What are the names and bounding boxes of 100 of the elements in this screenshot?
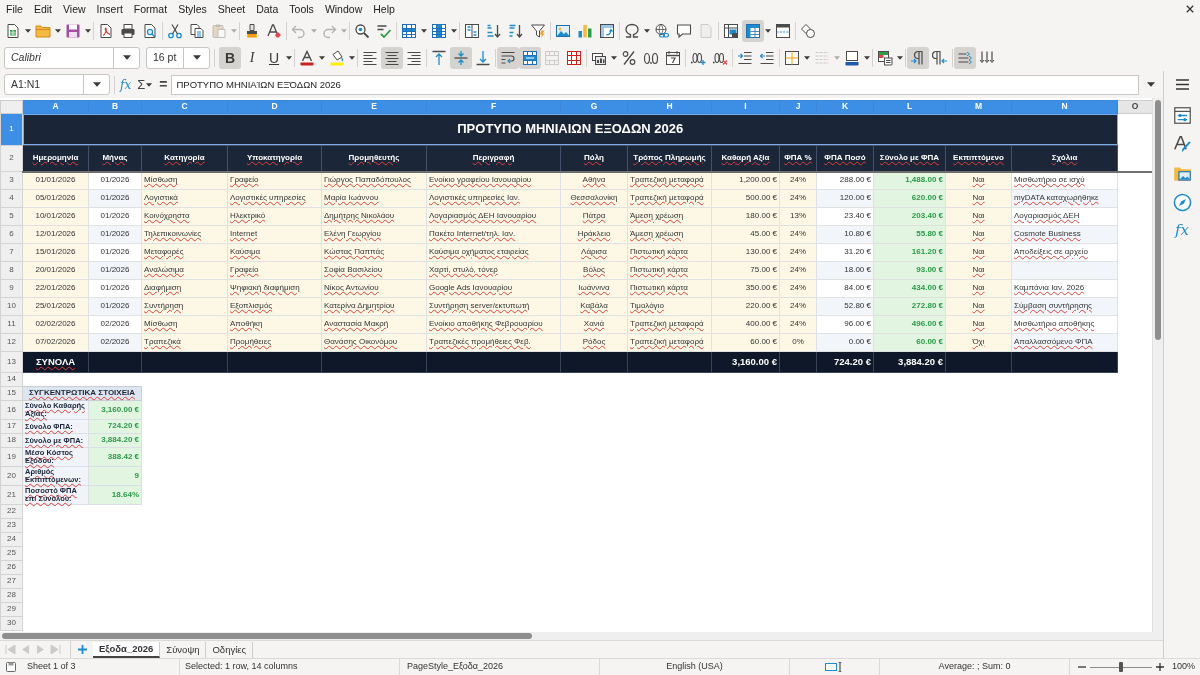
conditional-format-icon[interactable]: [877, 49, 893, 66]
caret-icon[interactable]: [122, 55, 131, 60]
align-center-icon[interactable]: [381, 46, 403, 69]
unmerge-cells-icon[interactable]: [566, 49, 582, 66]
menu-item[interactable]: Format: [133, 1, 168, 17]
menu-item[interactable]: Help: [373, 1, 395, 17]
formula-input[interactable]: ΠΡΟΤΥΠΟ ΜΗΝΙΑΊΩΝ ΕΞΌΔΩΝ 2026: [171, 74, 1139, 95]
outdent-icon[interactable]: [759, 49, 775, 66]
sheet-tab[interactable]: Οδηγίες: [206, 641, 254, 658]
text-vertical-icon[interactable]: [979, 49, 995, 66]
caret-icon[interactable]: [92, 82, 101, 87]
caret-icon[interactable]: [349, 55, 355, 60]
caret-icon[interactable]: [451, 29, 457, 33]
row-header[interactable]: 13: [0, 351, 23, 373]
align-top-icon[interactable]: [431, 49, 447, 66]
text-horizontal-icon[interactable]: [954, 46, 976, 69]
print-preview-icon[interactable]: [142, 23, 158, 39]
percent-icon[interactable]: [621, 49, 637, 66]
pivot-table-icon[interactable]: [599, 23, 615, 39]
caret-icon[interactable]: [897, 55, 903, 60]
border-color-icon[interactable]: [844, 49, 860, 66]
font-size-box[interactable]: 16 pt: [146, 46, 210, 69]
caret-icon[interactable]: [644, 29, 650, 33]
italic-button[interactable]: I: [241, 46, 263, 69]
omega-icon[interactable]: [624, 23, 640, 39]
caret-icon[interactable]: [25, 29, 31, 33]
caret-icon[interactable]: [319, 55, 325, 60]
page-style[interactable]: PageStyle_Εξοδα_2026: [407, 660, 504, 674]
find-replace-icon[interactable]: [354, 23, 370, 39]
wrap-text-icon[interactable]: [497, 46, 519, 69]
caret-icon[interactable]: [421, 29, 427, 33]
minus-icon[interactable]: [1078, 663, 1086, 671]
caret-icon[interactable]: [85, 29, 91, 33]
close-icon[interactable]: [1186, 5, 1194, 13]
caret-icon[interactable]: [765, 29, 771, 33]
font-color-icon[interactable]: [299, 49, 315, 66]
pilcrow-left-arrow-icon[interactable]: [932, 49, 948, 66]
freeze-panes-icon[interactable]: [742, 20, 764, 42]
calendar-icon[interactable]: [665, 49, 681, 66]
align-bottom-icon[interactable]: [475, 49, 491, 66]
menu-item[interactable]: Styles: [178, 1, 207, 17]
scroll-thumb[interactable]: [2, 633, 532, 639]
caret-icon[interactable]: [1147, 82, 1155, 87]
sort-icon[interactable]: [464, 23, 480, 39]
menu-icon[interactable]: [1175, 79, 1189, 90]
menu-item[interactable]: Insert: [96, 1, 123, 17]
export-pdf-icon[interactable]: [98, 23, 114, 39]
borders-icon[interactable]: [784, 49, 800, 66]
caret-icon[interactable]: [864, 55, 870, 60]
zoom-level[interactable]: 100%: [1172, 660, 1196, 674]
print-area-icon[interactable]: [723, 23, 739, 39]
paintbrush-icon[interactable]: [244, 23, 260, 39]
menu-item[interactable]: Sheet: [217, 1, 246, 17]
clear-formatting-icon[interactable]: [266, 23, 282, 39]
sheet-tab[interactable]: Σύνοψη: [160, 641, 207, 658]
font-name-box[interactable]: Calibri: [4, 46, 140, 69]
indent-icon[interactable]: [737, 49, 753, 66]
language[interactable]: English (USA): [666, 660, 723, 674]
bar-chart-icon[interactable]: [577, 23, 593, 39]
image-icon[interactable]: [555, 23, 571, 39]
caret-icon[interactable]: [146, 82, 153, 87]
menu-item[interactable]: File: [6, 1, 23, 17]
sheet-tab[interactable]: Εξοδα_2026: [93, 641, 161, 658]
row-header[interactable]: 2: [0, 145, 23, 172]
styles-brush-icon[interactable]: [1172, 135, 1192, 154]
scissors-icon[interactable]: [167, 23, 183, 39]
align-right-icon[interactable]: [406, 49, 422, 66]
scroll-thumb[interactable]: [1155, 100, 1161, 340]
menu-item[interactable]: Tools: [289, 1, 314, 17]
align-left-icon[interactable]: [362, 49, 378, 66]
merge-center-icon[interactable]: [519, 46, 541, 69]
align-middle-icon[interactable]: [450, 46, 472, 69]
caret-icon[interactable]: [192, 55, 201, 60]
formula-button[interactable]: =: [159, 74, 168, 95]
sort-ascending-icon[interactable]: [486, 23, 502, 39]
table-columns-icon[interactable]: [431, 23, 447, 39]
spellcheck-icon[interactable]: [376, 23, 392, 39]
bold-button[interactable]: B: [219, 46, 241, 69]
highlight-icon[interactable]: [329, 49, 345, 66]
split-window-icon[interactable]: [775, 23, 791, 39]
table-rows-icon[interactable]: [401, 23, 417, 39]
name-box[interactable]: A1:N1: [4, 74, 110, 95]
menu-item[interactable]: View: [63, 1, 86, 17]
caret-icon[interactable]: [55, 29, 61, 33]
plus-icon[interactable]: [1156, 663, 1164, 671]
spreadsheet-icon[interactable]: [5, 23, 21, 39]
caret-icon[interactable]: [286, 55, 292, 60]
menu-item[interactable]: Data: [256, 1, 279, 17]
column-header[interactable]: O: [1117, 100, 1152, 114]
slider-thumb[interactable]: [1119, 662, 1123, 672]
menu-item[interactable]: Window: [324, 1, 363, 17]
shapes-icon[interactable]: [800, 23, 816, 39]
filter-icon[interactable]: [530, 23, 546, 39]
vertical-scrollbar[interactable]: [1152, 98, 1163, 632]
underline-button[interactable]: U: [263, 46, 285, 69]
speech-bubble-icon[interactable]: [676, 23, 692, 39]
selection-mode-icon[interactable]: [824, 662, 845, 672]
copy-icon[interactable]: [189, 23, 205, 39]
globe-link-icon[interactable]: [654, 23, 670, 39]
compass-icon[interactable]: [1172, 193, 1192, 212]
